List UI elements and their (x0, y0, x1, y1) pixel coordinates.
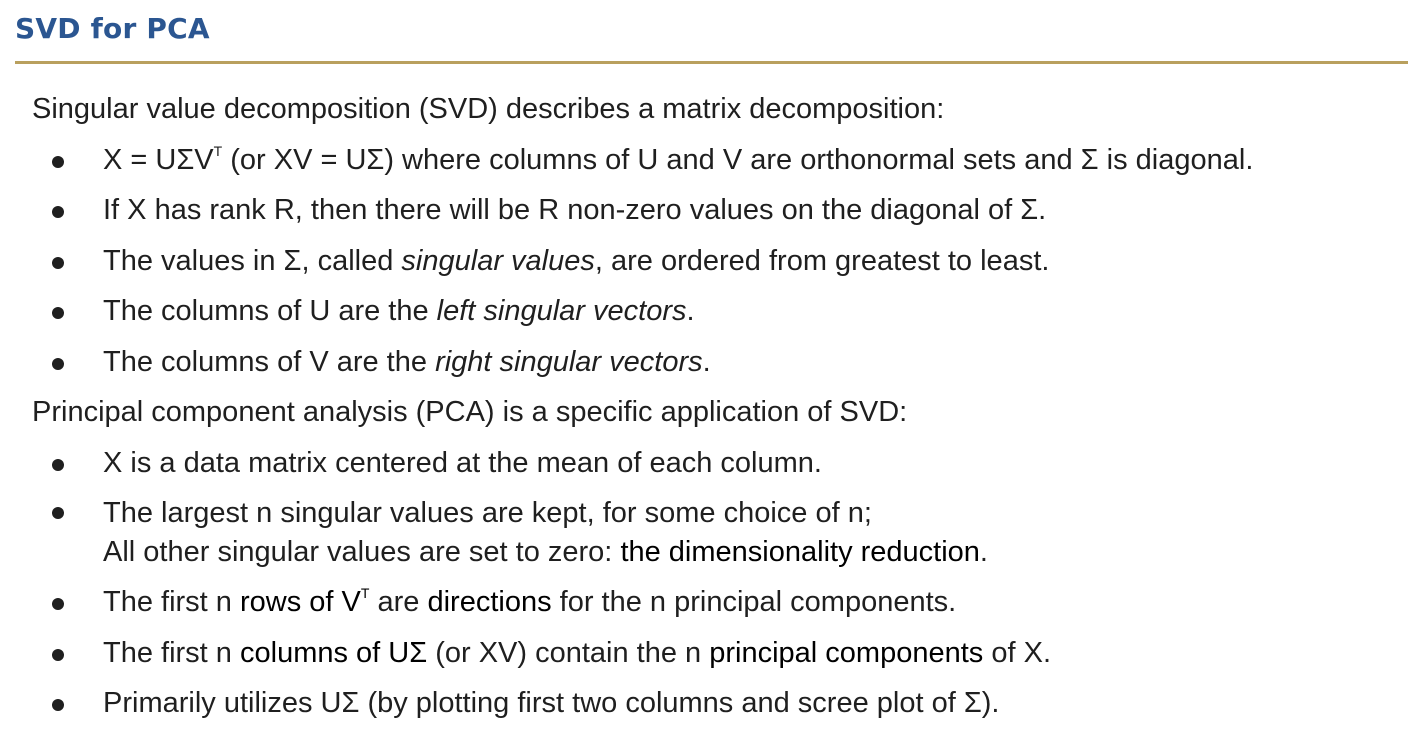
svd-intro: Singular value decomposition (SVD) descr… (32, 93, 945, 125)
pca-intro: Principal component analysis (PCA) is a … (32, 396, 908, 428)
left-singular-vectors-term: left singular vectors (436, 295, 687, 327)
title-underline (15, 61, 1408, 64)
transpose-superscript: T (360, 585, 370, 602)
bullet-dot (52, 357, 64, 370)
pca-bullet-3-text-a: The first n (103, 586, 240, 618)
pca-bullet-5: Primarily utilizes UΣ (by plotting first… (32, 678, 1412, 729)
rows-of-vt-term: rows of V (240, 586, 361, 618)
pca-bullet-4: The first n columns of UΣ (or XV) contai… (32, 628, 1412, 679)
bullet-dot (52, 206, 64, 218)
pca-bullet-4-text-b: (or XV) contain the n (427, 636, 710, 669)
pca-bullet-3-text-b: are (369, 586, 428, 618)
singular-values-term: singular values (401, 244, 595, 277)
principal-components-term: principal components (709, 636, 984, 669)
right-singular-vectors-term: right singular vectors (435, 345, 703, 378)
svd-bullet-3-text-a: The values in Σ, called (103, 244, 402, 277)
bullet-dot (52, 256, 64, 269)
svd-bullet-1: X = UΣVT (or XV = UΣ) where columns of U… (32, 135, 1412, 186)
svd-bullet-4-text-a: The columns of U are the (103, 295, 437, 327)
svd-bullet-1-text-a: X = UΣV (103, 143, 214, 176)
bullet-dot (52, 458, 64, 471)
bullet-dot (52, 155, 64, 168)
bullet-dot (52, 307, 64, 319)
pca-bullet-4-text-a: The first n (103, 636, 240, 669)
svd-bullet-3-text-b: , are ordered from greatest to least. (594, 244, 1050, 277)
svd-bullet-5-text-b: . (702, 345, 711, 378)
bullet-dot (52, 699, 64, 711)
pca-bullet-2-line-2-b: . (979, 536, 988, 568)
svd-bullet-4: The columns of U are the left singular v… (32, 286, 1412, 337)
bullet-dot (52, 507, 64, 519)
pca-bullet-4-text-c: of X. (983, 636, 1051, 669)
svd-bullet-5: The columns of V are the right singular … (32, 337, 1412, 388)
svd-bullet-1-text-b: (or XV = UΣ) where columns of U and V ar… (222, 143, 1254, 176)
svd-bullet-4-text-b: . (686, 295, 695, 327)
pca-bullet-1: X is a data matrix centered at the mean … (32, 438, 1412, 489)
svd-bullet-list: X = UΣVT (or XV = UΣ) where columns of U… (32, 135, 1412, 388)
bullet-dot (52, 648, 64, 661)
columns-of-u-sigma-term: columns of UΣ (240, 636, 428, 669)
directions-term: directions (427, 586, 552, 618)
pca-bullet-2-line-2-a: All other singular values are set to zer… (103, 536, 621, 568)
svd-bullet-5-text-a: The columns of V are the (103, 345, 436, 378)
pca-bullet-2: The largest n singular values are kept, … (32, 488, 1412, 577)
pca-bullet-5-text: Primarily utilizes UΣ (by plotting first… (103, 687, 1000, 719)
pca-bullet-1-text: X is a data matrix centered at the mean … (103, 446, 822, 479)
pca-bullet-3: The first n rows of VT are directions fo… (32, 577, 1412, 628)
pca-bullet-list: X is a data matrix centered at the mean … (32, 438, 1412, 729)
slide-title: SVD for PCA (15, 12, 210, 45)
svd-bullet-3: The values in Σ, called singular values,… (32, 236, 1412, 287)
svd-bullet-2-text: If X has rank R, then there will be R no… (103, 194, 1047, 226)
pca-bullet-2-line-1: The largest n singular values are kept, … (103, 497, 872, 529)
slide-content: Singular value decomposition (SVD) descr… (32, 84, 1412, 729)
transpose-superscript: T (213, 142, 223, 159)
pca-bullet-3-text-c: for the n principal components. (551, 586, 957, 618)
bullet-dot (52, 598, 64, 610)
svd-bullet-2: If X has rank R, then there will be R no… (32, 185, 1412, 236)
dimensionality-reduction-term: the dimensionality reduction (620, 536, 980, 568)
